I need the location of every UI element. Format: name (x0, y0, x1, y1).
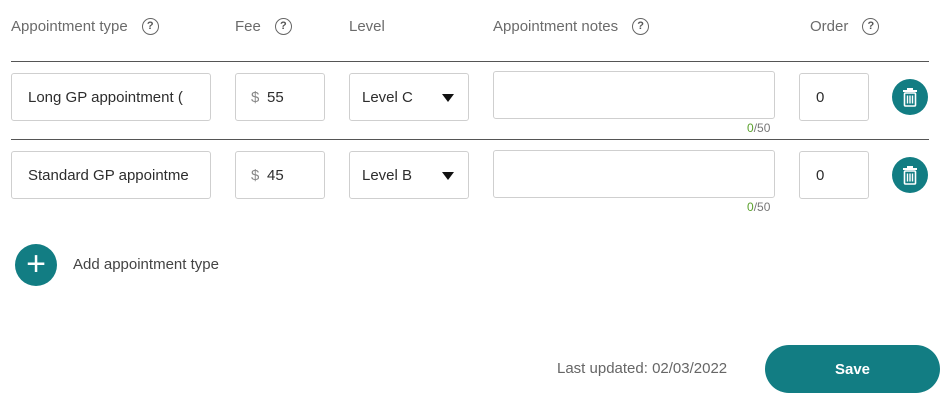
help-circle-icon[interactable]: ? (632, 17, 650, 35)
caret-down-icon (442, 172, 454, 180)
header-notes-label: Appointment notes (493, 17, 619, 35)
level-select[interactable]: Level B (349, 151, 469, 199)
fee-input[interactable]: $ 45 (235, 151, 325, 199)
header-fee-label: Fee (235, 17, 261, 35)
notes-char-counter: 0/50 (747, 121, 770, 135)
add-appointment-type-button[interactable]: + (15, 244, 57, 286)
order-value: 0 (816, 89, 825, 106)
level-value: Level B (362, 167, 413, 184)
header-fee: Fee ? (235, 16, 292, 36)
appointment-type-value: Standard GP appointme (28, 167, 189, 184)
caret-down-icon (442, 94, 454, 102)
appointment-notes-input[interactable] (493, 150, 775, 198)
currency-symbol: $ (251, 167, 260, 184)
divider (11, 139, 929, 140)
appointment-type-input[interactable]: Standard GP appointme (11, 151, 211, 199)
help-circle-icon[interactable]: ? (862, 17, 880, 35)
order-input[interactable]: 0 (799, 151, 869, 199)
char-count-max: /50 (753, 200, 771, 214)
order-value: 0 (816, 167, 825, 184)
header-appointment-type: Appointment type ? (11, 16, 159, 36)
delete-button[interactable] (892, 157, 928, 193)
level-select[interactable]: Level C (349, 73, 469, 121)
header-notes: Appointment notes ? (493, 16, 650, 36)
char-count-current: 0 (747, 200, 754, 214)
notes-char-counter: 0/50 (747, 200, 770, 214)
header-order: Order ? (810, 16, 880, 36)
char-count-current: 0 (747, 121, 754, 135)
header-level: Level (349, 16, 385, 36)
fee-value: 45 (267, 167, 284, 184)
trash-icon (903, 88, 917, 107)
fee-value: 55 (267, 89, 284, 106)
order-input[interactable]: 0 (799, 73, 869, 121)
divider (11, 61, 929, 62)
char-count-max: /50 (753, 121, 771, 135)
appointment-type-value: Long GP appointment ( (28, 89, 183, 106)
header-order-label: Order (810, 17, 849, 35)
appointment-notes-input[interactable] (493, 71, 775, 119)
help-circle-icon[interactable]: ? (274, 17, 292, 35)
help-circle-icon[interactable]: ? (141, 17, 159, 35)
last-updated-text: Last updated: 02/03/2022 (557, 360, 728, 377)
fee-input[interactable]: $ 55 (235, 73, 325, 121)
trash-icon (903, 166, 917, 185)
header-level-label: Level (349, 17, 385, 35)
currency-symbol: $ (251, 89, 260, 106)
save-button[interactable]: Save (765, 345, 940, 393)
header-appointment-type-label: Appointment type (11, 17, 128, 35)
delete-button[interactable] (892, 79, 928, 115)
level-value: Level C (362, 89, 413, 106)
add-appointment-type-label[interactable]: Add appointment type (73, 256, 219, 273)
appointment-type-input[interactable]: Long GP appointment ( (11, 73, 211, 121)
plus-icon: + (26, 245, 46, 283)
